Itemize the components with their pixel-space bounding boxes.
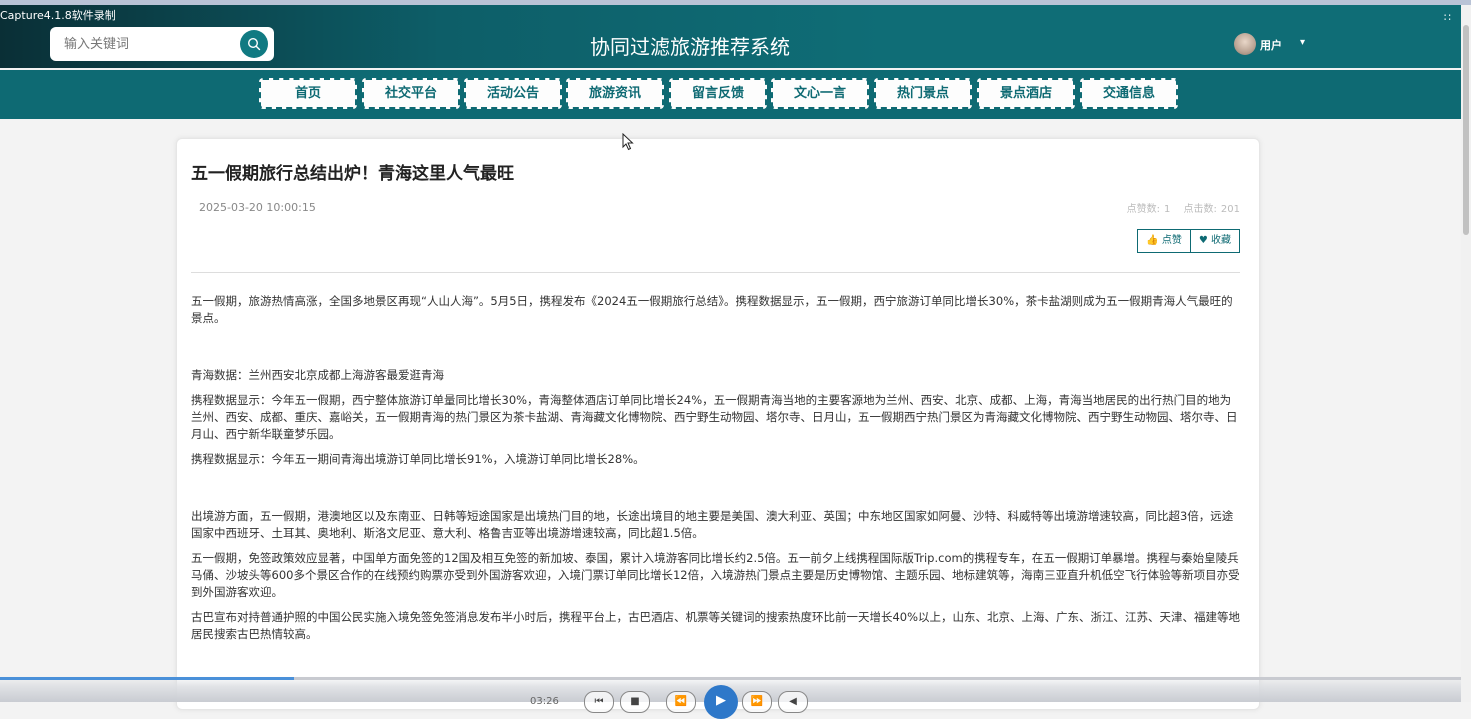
avatar [1234, 33, 1256, 55]
nav-label: 首页 [294, 86, 321, 101]
article-title: 五一假期旅行总结出炉！青海这里人气最旺 [191, 164, 514, 184]
clicks-label: 点击数: [1183, 204, 1217, 215]
site-title: 协同过滤旅游推荐系统 [590, 35, 790, 59]
nav-item-travel-news[interactable]: 旅游资讯 [566, 78, 664, 109]
nav-label: 留言反馈 [691, 86, 744, 101]
main-nav: 首页 社交平台 活动公告 旅游资讯 留言反馈 文心一言 热门景点 景点酒店 交通… [0, 70, 1471, 119]
mouse-cursor-icon [622, 133, 634, 151]
chevron-down-icon: ▾ [1300, 37, 1306, 48]
site-header: 协同过滤旅游推荐系统 用户 ▾ [0, 5, 1471, 68]
nav-item-announcements[interactable]: 活动公告 [464, 78, 562, 109]
divider [191, 272, 1240, 273]
article-stats: 点赞数: 1 点击数: 201 [1123, 200, 1240, 215]
nav-item-hot-spots[interactable]: 热门景点 [874, 78, 972, 109]
nav-item-transport[interactable]: 交通信息 [1080, 78, 1178, 109]
likes-count: 1 [1163, 204, 1171, 215]
article-date: 2025-03-20 10:00:15 [199, 201, 316, 214]
scroll-thumb[interactable] [1463, 25, 1469, 235]
volume-icon[interactable]: ◀ [778, 691, 808, 713]
article-paragraph: 五一假期，免签政策效应显著，中国单方面免签的12国及相互免签的新加坡、泰国，累计… [191, 551, 1240, 599]
search-input[interactable] [50, 27, 235, 61]
nav-label: 景点酒店 [999, 86, 1052, 101]
recording-progress[interactable] [0, 677, 1471, 680]
nav-label: 文心一言 [793, 86, 846, 101]
nav-item-feedback[interactable]: 留言反馈 [669, 78, 767, 109]
search-icon [247, 37, 261, 51]
article-paragraph: 出境游方面，五一假期，港澳地区以及东南亚、日韩等短途国家是出境热门目的地，长途出… [191, 509, 1234, 540]
scrollbar[interactable] [1461, 5, 1471, 702]
nav-label: 热门景点 [896, 86, 949, 101]
article-paragraph: 携程数据显示：今年五一期间青海出境游订单同比增长91%，入境游订单同比增长28%… [191, 452, 645, 466]
capture-label: Capture4.1.8软件录制 [0, 9, 116, 22]
grid-icon[interactable]: ∷ [1444, 11, 1451, 24]
nav-item-home[interactable]: 首页 [259, 78, 357, 109]
nav-item-ernie[interactable]: 文心一言 [771, 78, 869, 109]
nav-item-social[interactable]: 社交平台 [362, 78, 460, 109]
article-card: 五一假期旅行总结出炉！青海这里人气最旺 2025-03-20 10:00:15 … [176, 138, 1260, 710]
article-paragraph: 携程数据显示：今年五一假期，西宁整体旅游订单量同比增长30%，青海整体酒店订单同… [191, 393, 1238, 441]
nav-label: 旅游资讯 [588, 86, 641, 101]
rewind-icon[interactable]: ⏪ [666, 691, 696, 713]
article-paragraph: 古巴宣布对持普通护照的中国公民实施入境免签免签消息发布半小时后，携程平台上，古巴… [191, 610, 1241, 641]
nav-label: 社交平台 [384, 86, 437, 101]
clicks-count: 201 [1220, 204, 1240, 215]
stop-icon[interactable]: ■ [620, 691, 650, 713]
play-icon[interactable]: ▶ [704, 685, 738, 719]
nav-item-hotels[interactable]: 景点酒店 [977, 78, 1075, 109]
search-button[interactable] [240, 30, 268, 58]
article-actions: 👍 点赞 ♥ 收藏 [1137, 229, 1240, 253]
skip-back-icon[interactable]: ⏮ [584, 691, 614, 713]
like-button[interactable]: 👍 点赞 [1137, 229, 1191, 253]
article-body: 五一假期，旅游热情高涨，全国多地景区再现“人山人海”。5月5日，携程发布《202… [191, 293, 1241, 651]
article-paragraph: 青海数据：兰州西安北京成都上海游客最爱逛青海 [191, 368, 444, 382]
favorite-button[interactable]: ♥ 收藏 [1190, 229, 1240, 253]
nav-label: 交通信息 [1102, 86, 1155, 101]
nav-label: 活动公告 [486, 86, 539, 101]
progress-fill [0, 677, 295, 680]
player-controls: 03:26 ⏮ ■ ⏪ ▶ ⏩ ◀ [530, 685, 870, 719]
user-name: 用户 [1260, 39, 1282, 52]
fast-forward-icon[interactable]: ⏩ [742, 691, 772, 713]
likes-label: 点赞数: [1126, 204, 1160, 215]
article-paragraph: 五一假期，旅游热情高涨，全国多地景区再现“人山人海”。5月5日，携程发布《202… [191, 294, 1233, 325]
search-box [50, 27, 274, 61]
